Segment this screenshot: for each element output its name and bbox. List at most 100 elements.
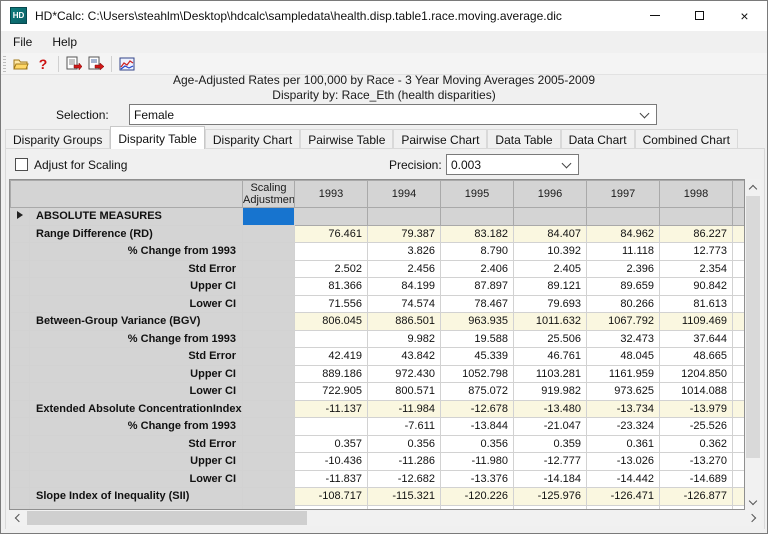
value-cell[interactable]: 1103.281: [514, 365, 587, 383]
value-cell[interactable]: -115.321: [368, 488, 441, 506]
value-cell[interactable]: 722.905: [295, 383, 368, 401]
scaling-adjustment-cell[interactable]: [243, 453, 295, 471]
scaling-adjustment-cell[interactable]: [243, 260, 295, 278]
scroll-up-button[interactable]: [745, 179, 761, 195]
maximize-button[interactable]: [677, 1, 722, 30]
value-cell[interactable]: 800.571: [368, 383, 441, 401]
value-cell[interactable]: [368, 208, 441, 226]
value-cell[interactable]: -7.611: [368, 418, 441, 436]
value-cell[interactable]: 12.773: [660, 243, 733, 261]
value-cell[interactable]: [295, 208, 368, 226]
value-cell[interactable]: 45.339: [441, 348, 514, 366]
year-column-header[interactable]: 1996: [514, 181, 587, 208]
value-cell[interactable]: 87.897: [441, 278, 514, 296]
value-cell[interactable]: 806.045: [295, 313, 368, 331]
value-cell[interactable]: 8.790: [441, 243, 514, 261]
value-cell[interactable]: 10.392: [514, 243, 587, 261]
vertical-scrollbar[interactable]: [745, 179, 761, 510]
scaling-adjustment-cell[interactable]: [243, 225, 295, 243]
value-cell[interactable]: [295, 330, 368, 348]
value-cell[interactable]: -11.980: [441, 453, 514, 471]
value-cell[interactable]: 1204.850: [660, 365, 733, 383]
scaling-adjustment-cell[interactable]: [243, 400, 295, 418]
value-cell[interactable]: 886.501: [368, 313, 441, 331]
tab-data-table[interactable]: Data Table: [487, 129, 560, 149]
value-cell[interactable]: 81.613: [660, 295, 733, 313]
value-cell[interactable]: 1014.088: [660, 383, 733, 401]
tab-disparity-chart[interactable]: Disparity Chart: [205, 129, 300, 149]
value-cell[interactable]: 0.361: [587, 435, 660, 453]
scroll-left-button[interactable]: [9, 510, 25, 526]
adjust-for-scaling-checkbox[interactable]: [15, 158, 28, 171]
scaling-adjustment-cell[interactable]: [243, 278, 295, 296]
tab-disparity-groups[interactable]: Disparity Groups: [5, 129, 110, 149]
value-cell[interactable]: -126.471: [587, 488, 660, 506]
tab-data-chart[interactable]: Data Chart: [561, 129, 635, 149]
value-cell[interactable]: -13.844: [441, 418, 514, 436]
scaling-adjustment-cell[interactable]: [243, 243, 295, 261]
value-cell[interactable]: 83.182: [441, 225, 514, 243]
year-column-header[interactable]: 1997: [587, 181, 660, 208]
value-cell[interactable]: [660, 208, 733, 226]
horizontal-scrollbar[interactable]: [9, 510, 761, 526]
tab-pairwise-table[interactable]: Pairwise Table: [300, 129, 393, 149]
year-column-header[interactable]: 1994: [368, 181, 441, 208]
help-icon[interactable]: ?: [33, 55, 53, 73]
value-cell[interactable]: -23.324: [587, 418, 660, 436]
value-cell[interactable]: [295, 418, 368, 436]
open-file-icon[interactable]: [11, 55, 31, 73]
value-cell[interactable]: 90.842: [660, 278, 733, 296]
value-cell[interactable]: -126.877: [660, 488, 733, 506]
value-cell[interactable]: 80.266: [587, 295, 660, 313]
export-report-icon[interactable]: [64, 55, 84, 73]
value-cell[interactable]: -12.678: [441, 400, 514, 418]
year-column-header[interactable]: 1993: [295, 181, 368, 208]
value-cell[interactable]: 2.405: [514, 260, 587, 278]
tab-disparity-table[interactable]: Disparity Table: [110, 126, 204, 149]
export-data-icon[interactable]: [86, 55, 106, 73]
value-cell[interactable]: 0.356: [441, 435, 514, 453]
tab-pairwise-chart[interactable]: Pairwise Chart: [393, 129, 487, 149]
value-cell[interactable]: -11.137: [295, 400, 368, 418]
tab-combined-chart[interactable]: Combined Chart: [635, 129, 738, 149]
value-cell[interactable]: [295, 243, 368, 261]
value-cell[interactable]: -11.837: [295, 470, 368, 488]
value-cell[interactable]: -11.286: [368, 453, 441, 471]
value-cell[interactable]: -21.047: [514, 418, 587, 436]
menu-file[interactable]: File: [5, 33, 40, 51]
value-cell[interactable]: -13.979: [660, 400, 733, 418]
value-cell[interactable]: 2.456: [368, 260, 441, 278]
close-button[interactable]: ×: [722, 1, 767, 30]
value-cell[interactable]: -25.526: [660, 418, 733, 436]
value-cell[interactable]: 919.982: [514, 383, 587, 401]
value-cell[interactable]: -120.226: [441, 488, 514, 506]
value-cell[interactable]: 84.407: [514, 225, 587, 243]
scaling-adjustment-cell[interactable]: [243, 383, 295, 401]
value-cell[interactable]: 79.387: [368, 225, 441, 243]
value-cell[interactable]: 963.935: [441, 313, 514, 331]
value-cell[interactable]: 1067.792: [587, 313, 660, 331]
value-cell[interactable]: 889.186: [295, 365, 368, 383]
value-cell[interactable]: -14.184: [514, 470, 587, 488]
scaling-adjustment-cell[interactable]: [243, 208, 295, 226]
value-cell[interactable]: 2.396: [587, 260, 660, 278]
value-cell[interactable]: 81.366: [295, 278, 368, 296]
value-cell[interactable]: 0.357: [295, 435, 368, 453]
year-column-header[interactable]: 1995: [441, 181, 514, 208]
scaling-adjustment-cell[interactable]: [243, 488, 295, 506]
value-cell[interactable]: -14.689: [660, 470, 733, 488]
value-cell[interactable]: 2.354: [660, 260, 733, 278]
value-cell[interactable]: 74.574: [368, 295, 441, 313]
value-cell[interactable]: 48.045: [587, 348, 660, 366]
value-cell[interactable]: [514, 208, 587, 226]
selection-dropdown[interactable]: Female: [129, 104, 657, 125]
value-cell[interactable]: 11.118: [587, 243, 660, 261]
chart-icon[interactable]: [117, 55, 137, 73]
scaling-adjustment-cell[interactable]: [243, 295, 295, 313]
scaling-adjustment-cell[interactable]: [243, 330, 295, 348]
value-cell[interactable]: 0.356: [368, 435, 441, 453]
year-column-header[interactable]: 1998: [660, 181, 733, 208]
value-cell[interactable]: 89.659: [587, 278, 660, 296]
value-cell[interactable]: 3.826: [368, 243, 441, 261]
value-cell[interactable]: 1011.632: [514, 313, 587, 331]
